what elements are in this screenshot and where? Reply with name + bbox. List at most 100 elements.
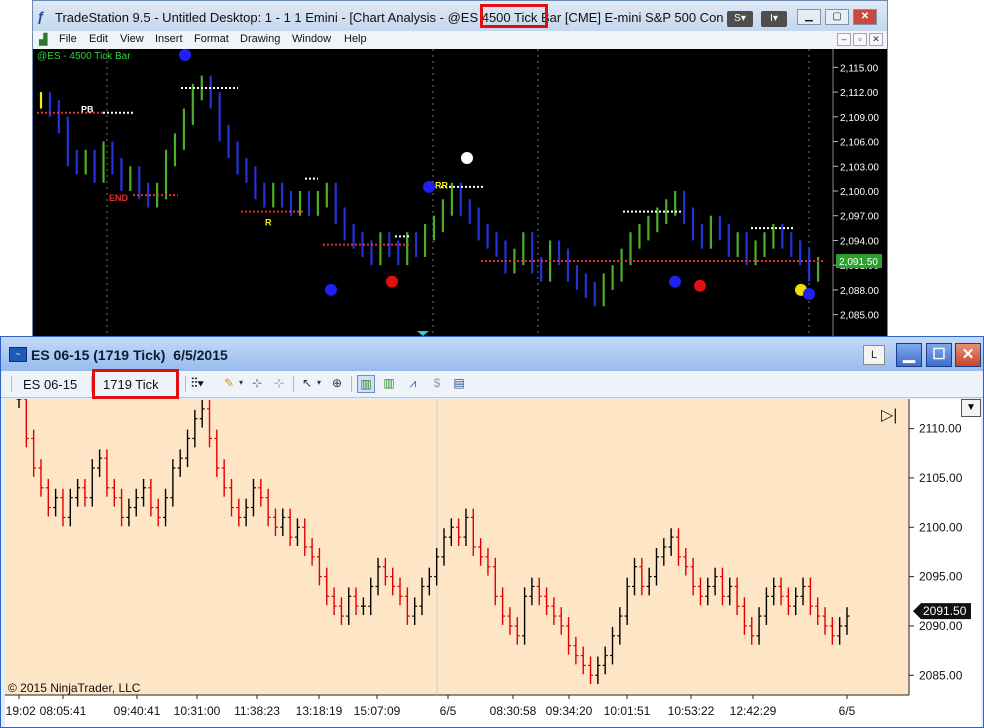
ts-maximize-button[interactable]: ▢ (825, 9, 849, 25)
chart-dropdown-icon[interactable]: ▼ (961, 399, 981, 417)
ts-price-label: 2,115.00 (840, 63, 879, 74)
chart-app-icon: ~ (9, 347, 27, 362)
ninjatrader-toolbar: ES 06-15 1719 Tick ⫶⫶▾ ✎ ▾ ⊹ ⊹ ↖ ▾ ⊕ ▥ ▥… (1, 369, 983, 399)
drawing-tools-dropdown-icon[interactable]: ▾ (233, 375, 249, 391)
chart-window-icon: ▟ (39, 34, 48, 46)
nt-time-label: 08:05:41 (40, 704, 87, 718)
tradestation-chart[interactable]: 2,115.00 2,112.00 2,109.00 2,106.00 2,103.00… (33, 49, 887, 336)
nt-price-label: 2090.00 (919, 619, 963, 633)
nt-minimize-button[interactable]: ▁ (896, 343, 922, 367)
nt-time-label: 09:40:41 (114, 704, 161, 718)
nt-time-label: 10:31:00 (174, 704, 221, 718)
ts-signal-dot (386, 275, 398, 288)
nt-time-label: 6/5 (440, 704, 457, 718)
highlight-box-ts-interval (480, 4, 548, 28)
toolbar-separator (185, 376, 186, 392)
tradestation-window: ƒ TradeStation 9.5 - Untitled Desktop: 1… (32, 0, 888, 336)
menu-format[interactable]: Format (194, 33, 229, 45)
symbol-link-i-label: I (770, 13, 773, 24)
ts-close-button[interactable]: ✕ (853, 9, 877, 25)
ts-price-label: 2,109.00 (840, 113, 879, 124)
ts-marker-label: PB (81, 105, 94, 115)
highlight-box-nt-interval (92, 369, 179, 399)
pointer-dropdown-icon[interactable]: ▾ (311, 375, 327, 391)
nt-maximize-button[interactable]: ☐ (926, 343, 952, 367)
ts-last-price-label: 2,091.50 (839, 257, 878, 268)
menu-drawing[interactable]: Drawing (240, 33, 280, 45)
instrument-selector[interactable]: ES 06-15 (23, 377, 77, 392)
ts-price-label: 2,112.00 (840, 88, 879, 99)
nt-time-label: 13:18:19 (296, 704, 343, 718)
nt-last-price-label: 2091.50 (923, 604, 967, 618)
nt-time-label: 15:07:09 (354, 704, 401, 718)
mdi-minimize-button[interactable]: – (837, 33, 851, 46)
nt-time-label: 10:01:51 (604, 704, 651, 718)
menu-window[interactable]: Window (292, 33, 331, 45)
title-symbol: ES 06-15 (31, 347, 90, 363)
tradestation-window-title: TradeStation 9.5 - Untitled Desktop: 1 -… (55, 10, 724, 25)
nt-plot-background (5, 399, 909, 695)
nt-price-label: 2105.00 (919, 471, 963, 485)
nt-time-label: 08:30:58 (490, 704, 537, 718)
nt-price-label: 2100.00 (919, 520, 963, 534)
tradestation-app-icon: ƒ (37, 8, 45, 24)
nt-time-label: 09:34:20 (546, 704, 593, 718)
dollar-icon[interactable]: $ (429, 375, 445, 391)
ts-signal-dot (803, 288, 815, 301)
symbol-link-i-button[interactable]: I▾ (761, 11, 787, 27)
tradestation-symbol-label: @ES - 4500 Tick Bar (37, 51, 131, 62)
chart-style-icon[interactable]: ▥ (357, 375, 375, 393)
ts-signal-dot (325, 283, 337, 296)
bar-style-icon[interactable]: ⫶⫶▾ (191, 375, 204, 391)
bar-chart-icon[interactable]: ▥ (381, 375, 397, 391)
copyright-text: © 2015 NinjaTrader, LLC (8, 681, 141, 695)
ninjatrader-chart[interactable]: 2110.00 2105.00 2100.00 2095.00 2090.00 2085.… (5, 399, 981, 727)
remove-indicator-icon[interactable]: ⊹ (271, 375, 287, 391)
toolbar-separator (351, 376, 352, 392)
ts-marker-label: R (265, 218, 272, 228)
menu-file[interactable]: File (59, 33, 77, 45)
ninjatrader-window: ~ ES 06-15 (1719 Tick) 6/5/2015 L ▁ ☐ ✕ … (0, 336, 984, 728)
toolbar-grip (11, 376, 12, 392)
ts-price-label: 2,094.00 (840, 236, 879, 247)
ts-marker-label: END (109, 193, 129, 203)
layout-lock-button[interactable]: L (863, 345, 885, 365)
menu-edit[interactable]: Edit (89, 33, 108, 45)
nt-time-label: 10:53:22 (668, 704, 715, 718)
ts-price-label: 2,097.00 (840, 212, 879, 223)
toolbar-separator (293, 376, 294, 392)
ts-price-label: 2,100.00 (840, 187, 879, 198)
ts-price-label: 2,106.00 (840, 138, 879, 149)
ts-price-label: 2,085.00 (840, 311, 879, 322)
ts-signal-dot (423, 180, 435, 193)
ts-signal-dot (694, 279, 706, 292)
menu-insert[interactable]: Insert (155, 33, 183, 45)
ts-signal-dot (669, 275, 681, 288)
add-indicator-icon[interactable]: ⊹ (249, 375, 265, 391)
zoom-icon[interactable]: ⊕ (329, 375, 345, 391)
nt-time-label: 6/5 (839, 704, 856, 718)
symbol-link-s-label: S (734, 13, 741, 24)
tradestation-menubar: ▟ File Edit View Insert Format Drawing W… (33, 31, 887, 50)
line-chart-icon[interactable]: ⩘ (405, 375, 421, 391)
nt-price-label: 2110.00 (919, 422, 962, 436)
properties-icon[interactable]: ▤ (451, 375, 467, 391)
nt-price-label: 2085.00 (919, 668, 963, 682)
nt-price-label: 2095.00 (919, 570, 963, 584)
ninjatrader-window-title: ES 06-15 (1719 Tick) 6/5/2015 (31, 347, 228, 363)
menu-help[interactable]: Help (344, 33, 367, 45)
symbol-link-s-button[interactable]: S▾ (727, 11, 753, 27)
nt-close-button[interactable]: ✕ (955, 343, 981, 367)
ninjatrader-titlebar[interactable]: ~ ES 06-15 (1719 Tick) 6/5/2015 L ▁ ☐ ✕ (1, 337, 983, 371)
scroll-to-end-icon[interactable]: ▷| (881, 405, 897, 425)
tradestation-titlebar[interactable]: ƒ TradeStation 9.5 - Untitled Desktop: 1… (33, 1, 887, 31)
nt-time-label: :19:02 (5, 704, 36, 718)
mdi-close-button[interactable]: ✕ (869, 33, 883, 46)
menu-view[interactable]: View (120, 33, 144, 45)
ts-minimize-button[interactable]: ▁ (797, 9, 821, 25)
mdi-restore-button[interactable]: ▫ (853, 33, 867, 46)
title-date: 6/5/2015 (173, 347, 228, 363)
nt-time-label: 11:38:23 (234, 704, 280, 718)
ts-signal-dot (461, 152, 473, 165)
ts-price-label: 2,088.00 (840, 286, 879, 297)
